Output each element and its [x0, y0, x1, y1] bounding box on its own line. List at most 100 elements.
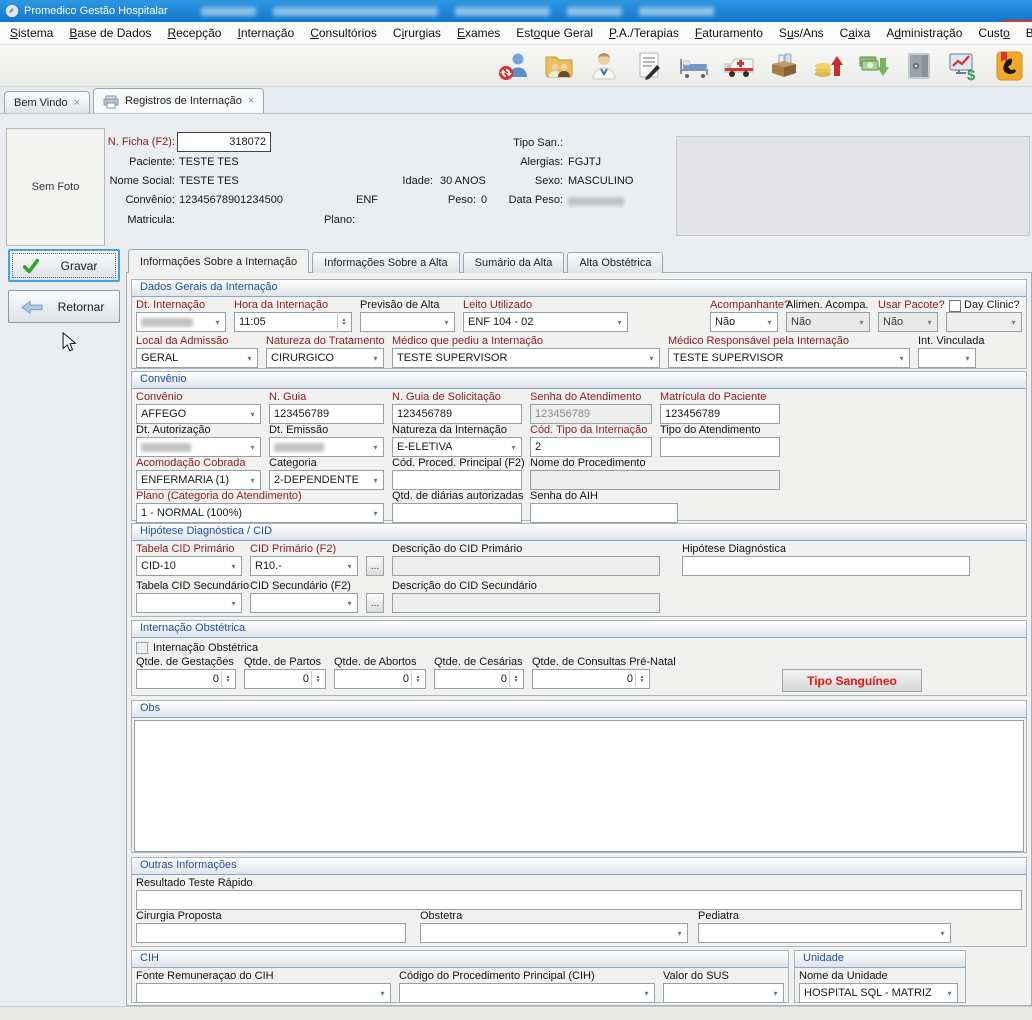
save-button[interactable]: Gravar [8, 249, 120, 282]
ambulance-icon[interactable] [722, 50, 756, 82]
qtde-partos-spinner[interactable]: 0▲▼ [244, 669, 326, 689]
senha-aih-input[interactable] [530, 503, 678, 523]
plano-categoria-combo[interactable]: 1 - NORMAL (100%)▾ [136, 503, 384, 523]
hospital-bed-icon[interactable] [677, 50, 711, 82]
ficha-input[interactable]: 318072 [177, 132, 271, 152]
convenio-combo[interactable]: AFFEGO▾ [136, 404, 261, 424]
doctor-icon[interactable] [587, 50, 621, 82]
internacao-obstetrica-checkbox [136, 642, 148, 654]
menu-base-de-dados[interactable]: Base de Dados [61, 23, 159, 43]
medico-pediu-combo[interactable]: TESTE SUPERVISOR▾ [392, 348, 660, 368]
obstetra-combo[interactable]: ▾ [420, 923, 688, 943]
hipotese-diagnostica-input[interactable] [682, 556, 970, 576]
n-guia-input[interactable]: 123456789 [269, 404, 384, 424]
spinner-arrows-icon[interactable]: ▲▼ [635, 671, 648, 687]
tabela-cid-secundario-combo[interactable]: ▾ [136, 593, 242, 613]
natureza-tratamento-combo[interactable]: CIRURGICO▾ [266, 348, 384, 368]
cirurgia-proposta-input[interactable] [136, 923, 406, 943]
spinner-arrows-icon[interactable]: ▲▼ [337, 314, 350, 330]
cod-tipo-internacao-input[interactable]: 2 [530, 437, 652, 457]
local-admissao-combo[interactable]: GERAL▾ [136, 348, 258, 368]
phone-icon[interactable] [992, 50, 1026, 82]
acomodacao-cobrada-combo[interactable]: ENFERMARIA (1)▾ [136, 470, 261, 490]
spinner-arrows-icon[interactable]: ▲▼ [509, 671, 522, 687]
int-vinculada-combo[interactable]: ▾ [918, 348, 976, 368]
cid-primario-lookup-button[interactable]: ... [366, 556, 384, 576]
menu-consultorios[interactable]: Consultórios [302, 23, 385, 43]
qtde-consultas-spinner[interactable]: 0▲▼ [532, 669, 650, 689]
qtde-cesarias-spinner[interactable]: 0▲▼ [434, 669, 524, 689]
cod-proced-principal-input[interactable] [392, 470, 522, 490]
tab-sumario-alta[interactable]: Sumário da Alta [463, 252, 565, 273]
cid-primario-combo[interactable]: R10.-▾ [250, 556, 358, 576]
pediatra-combo[interactable]: ▾ [698, 923, 951, 943]
close-icon[interactable]: × [74, 97, 80, 109]
spinner-arrows-icon[interactable]: ▲▼ [411, 671, 424, 687]
titlebar: Promedico Gestão Hospitalar [0, 0, 1032, 22]
dt-autorizacao-combo[interactable]: ▾ [136, 437, 261, 457]
tab-informacoes-alta[interactable]: Informações Sobre a Alta [312, 252, 460, 273]
tab-alta-obstetrica[interactable]: Alta Obstétrica [567, 252, 663, 273]
menu-exames[interactable]: Exames [449, 23, 508, 43]
bi-dashboard-icon[interactable]: $ [947, 50, 981, 82]
section-obs: Obs [131, 700, 1027, 853]
menu-sistema[interactable]: Sistema [2, 23, 61, 43]
dt-internacao-combo[interactable]: ▾ [136, 312, 226, 332]
tipo-sanguineo-button[interactable]: Tipo Sanguíneo [782, 669, 922, 692]
field-descricao-cid-secundario: Descrição do CID Secundário [392, 580, 660, 613]
menu-sus-ans[interactable]: Sus/Ans [771, 23, 832, 43]
menu-recepcao[interactable]: Recepção [159, 23, 229, 43]
menu-estoque-geral[interactable]: Estoque Geral [508, 23, 601, 43]
stock-box-icon[interactable] [767, 50, 801, 82]
return-button[interactable]: Retornar [8, 290, 120, 323]
menu-administracao[interactable]: Administração [878, 23, 970, 43]
tab-informacoes-internacao[interactable]: Informações Sobre a Internação [128, 249, 309, 273]
dt-emissao-combo[interactable]: ▾ [269, 437, 384, 457]
matricula-label: Matricula: [88, 214, 175, 226]
qtde-gestacoes-spinner[interactable]: 0▲▼ [136, 669, 236, 689]
safe-icon[interactable] [902, 50, 936, 82]
close-icon[interactable]: × [248, 95, 254, 107]
cid-secundario-lookup-button[interactable]: ... [366, 593, 384, 613]
field-n-guia-solicitacao: N. Guia de Solicitação 123456789 [392, 391, 522, 424]
revenue-up-icon[interactable] [812, 50, 846, 82]
spinner-arrows-icon[interactable]: ▲▼ [221, 671, 234, 687]
menu-cirurgias[interactable]: Cirurgias [385, 23, 449, 43]
resultado-teste-rapido-input[interactable] [136, 890, 1022, 910]
payment-down-icon[interactable] [857, 50, 891, 82]
leito-utilizado-combo[interactable]: ENF 104 - 02▾ [463, 312, 628, 332]
n-guia-solicitacao-input[interactable]: 123456789 [392, 404, 522, 424]
contract-icon[interactable] [632, 50, 666, 82]
menu-caixa[interactable]: Caixa [832, 23, 879, 43]
acompanhante-combo[interactable]: Não▾ [710, 312, 778, 332]
hora-internacao-spinner[interactable]: 11:05▲▼ [234, 312, 352, 332]
qtd-diarias-input[interactable] [392, 503, 522, 523]
menu-bi[interactable]: BI [1018, 23, 1032, 43]
menu-internacao[interactable]: Internação [229, 23, 302, 43]
qtde-abortos-spinner[interactable]: 0▲▼ [334, 669, 426, 689]
nome-unidade-combo[interactable]: HOSPITAL SQL - MATRIZ▾ [799, 983, 958, 1003]
codigo-procedimento-cih-combo[interactable]: ▾ [399, 983, 655, 1003]
menu-pa-terapias[interactable]: P.A./Terapias [601, 23, 687, 43]
field-valor-sus: Valor do SUS ▾ [663, 970, 784, 1003]
natureza-internacao-combo[interactable]: E-ELETIVA▾ [392, 437, 522, 457]
cid-secundario-combo[interactable]: ▾ [250, 593, 358, 613]
fonte-remuneracao-combo[interactable]: ▾ [136, 983, 391, 1003]
user-sync-icon[interactable] [497, 50, 531, 82]
menu-custo[interactable]: Custo [970, 23, 1017, 43]
tipo-atendimento-input[interactable] [660, 437, 780, 457]
categoria-combo[interactable]: 2-DEPENDENTE▾ [269, 470, 384, 490]
valor-sus-combo[interactable]: ▾ [663, 983, 784, 1003]
medico-responsavel-combo[interactable]: TESTE SUPERVISOR▾ [668, 348, 910, 368]
tab-registros-internacao[interactable]: Registros de Internação × [93, 88, 264, 113]
senha-atendimento-input: 123456789 [530, 404, 652, 424]
obs-textarea[interactable] [134, 720, 1024, 852]
previsao-alta-combo[interactable]: ▾ [360, 312, 455, 332]
spinner-arrows-icon[interactable]: ▲▼ [311, 671, 324, 687]
patients-folder-icon[interactable] [542, 50, 576, 82]
tabela-cid-primario-combo[interactable]: CID-10▾ [136, 556, 242, 576]
tab-bem-vindo[interactable]: Bem Vindo × [4, 91, 90, 113]
day-clinic-checkbox[interactable] [949, 300, 961, 312]
menu-faturamento[interactable]: Faturamento [687, 23, 771, 43]
matricula-paciente-input[interactable]: 123456789 [660, 404, 780, 424]
